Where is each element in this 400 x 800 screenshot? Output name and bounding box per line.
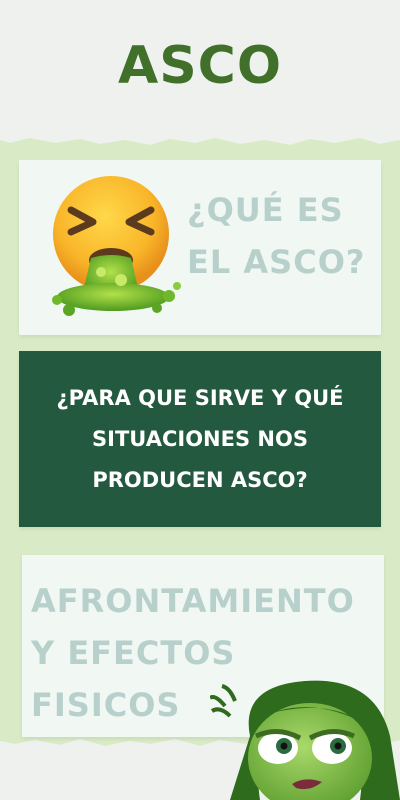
nauseated-vomit-emoji-icon (52, 176, 181, 316)
card-purpose-situations[interactable]: ¿PARA QUE SIRVE Y QUÉ SITUACIONES NOS PR… (19, 351, 381, 527)
card-what-is-disgust[interactable]: ¿QUÉ ES EL ASCO? (19, 160, 381, 335)
disgust-character-icon (210, 680, 400, 800)
card-title-what-is-disgust: ¿QUÉ ES EL ASCO? (187, 191, 366, 281)
card-title-purpose-situations: ¿PARA QUE SIRVE Y QUÉ SITUACIONES NOS PR… (56, 385, 344, 492)
header: ASCO (0, 0, 400, 140)
torn-paper-edge-top (0, 126, 400, 156)
page-title: ASCO (117, 36, 283, 96)
